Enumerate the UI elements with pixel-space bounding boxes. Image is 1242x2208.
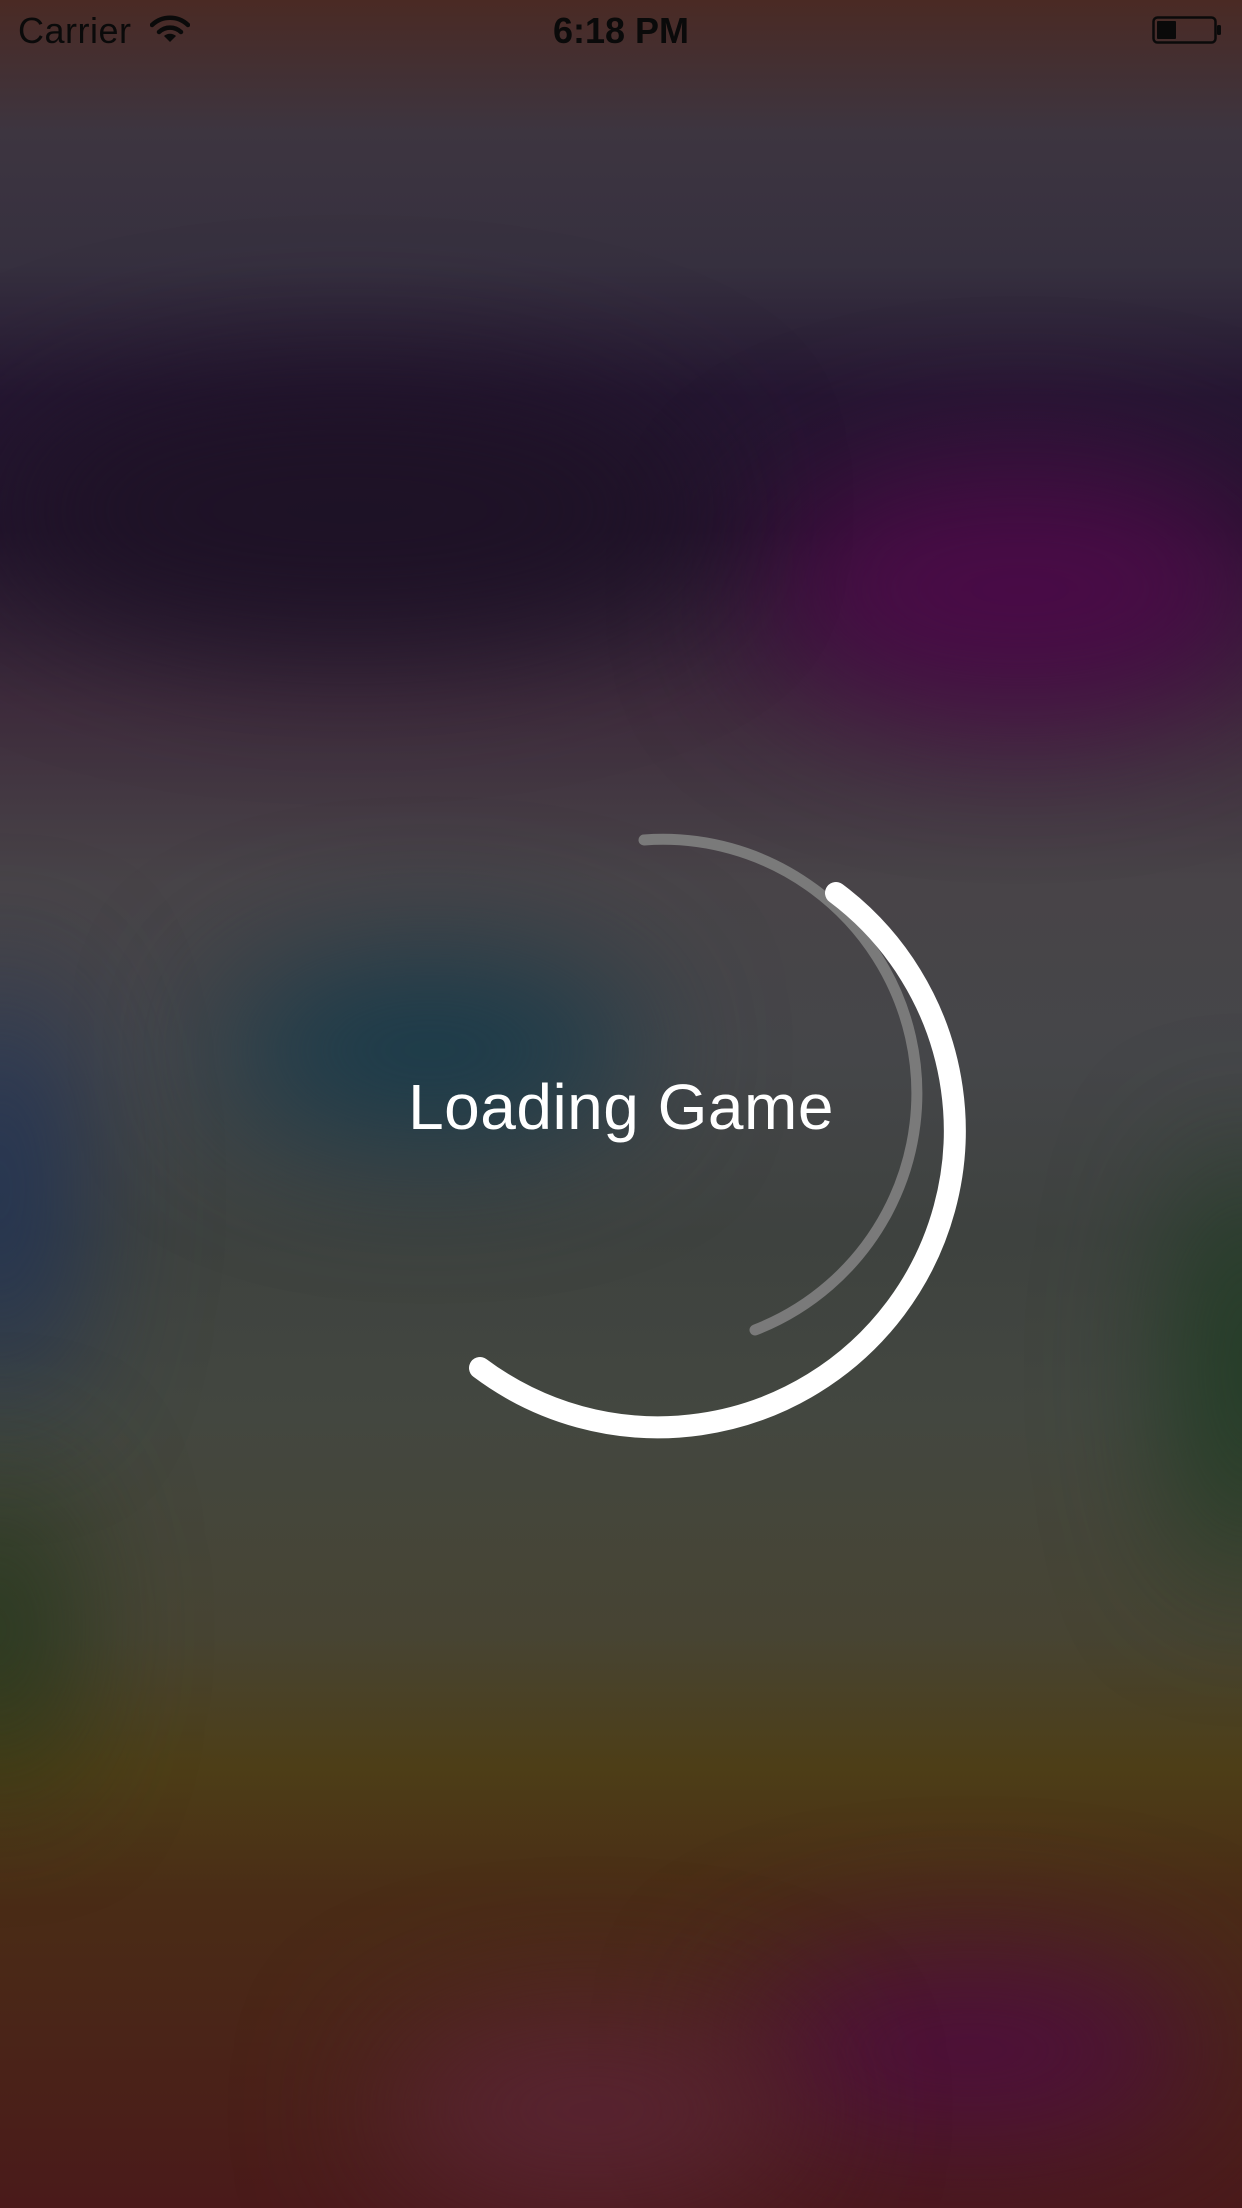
loading-label: Loading Game bbox=[408, 1071, 834, 1143]
